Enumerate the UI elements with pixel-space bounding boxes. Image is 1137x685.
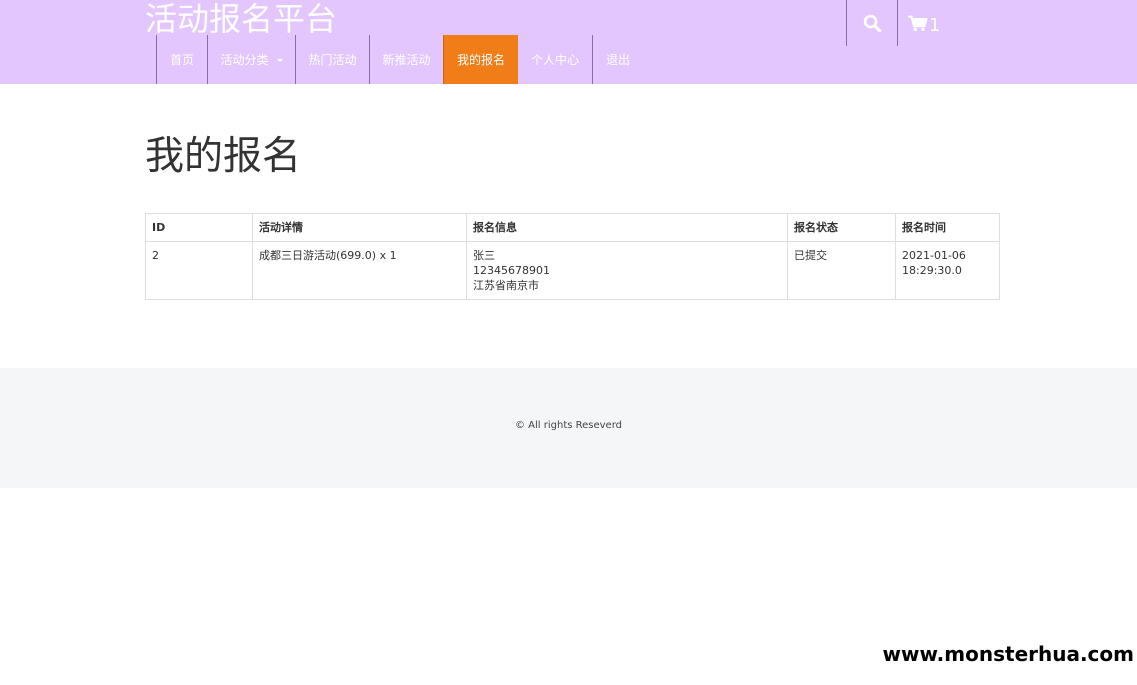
copyright-text: © All rights Reseverd — [514, 420, 622, 431]
cell-id: 2 — [145, 241, 253, 300]
info-address: 江苏省南京市 — [473, 279, 539, 292]
nav-item-home[interactable]: 首页 — [156, 35, 207, 84]
nav-item-label: 个人中心 — [530, 53, 579, 67]
nav-item-label: 活动分类 — [220, 53, 269, 67]
column-header-time: 报名时间 — [895, 213, 1000, 242]
registration-table: ID 活动详情 报名信息 报名状态 报名时间 2 成都三日游活动(699.0) … — [145, 213, 1000, 300]
page-title: 我的报名 — [145, 134, 302, 179]
cell-info: 张三 12345678901 江苏省南京市 — [466, 241, 788, 300]
header-bar: 活动报名平台 1 首页 活动分类 热门活动 新推活动 我的报名 个人中心 退出 — [0, 0, 1137, 84]
chevron-down-icon — [276, 58, 283, 62]
status-badge: 已提交 — [787, 241, 896, 300]
nav-item-label: 我的报名 — [456, 53, 505, 67]
site-title[interactable]: 活动报名平台 — [145, 0, 337, 38]
table-header-row: ID 活动详情 报名信息 报名状态 报名时间 — [145, 213, 1000, 242]
table-row: 2 成都三日游活动(699.0) x 1 张三 12345678901 江苏省南… — [145, 241, 1000, 300]
time-clock: 18:29:30.0 — [902, 264, 962, 277]
footer: © All rights Reseverd — [0, 368, 1137, 488]
header-tools: 1 — [846, 0, 956, 46]
nav-item-hot[interactable]: 热门活动 — [295, 35, 369, 84]
watermark: www.monsterhua.com — [874, 628, 1137, 685]
column-header-id: ID — [145, 213, 253, 242]
column-header-detail: 活动详情 — [252, 213, 467, 242]
cell-time: 2021-01-06 18:29:30.0 — [895, 241, 1000, 300]
nav-item-label: 热门活动 — [308, 53, 357, 67]
nav-item-logout[interactable]: 退出 — [592, 35, 643, 84]
column-header-info: 报名信息 — [466, 213, 788, 242]
cart-icon — [908, 15, 928, 31]
nav-item-my-registrations[interactable]: 我的报名 — [443, 35, 518, 84]
main-nav: 首页 活动分类 热门活动 新推活动 我的报名 个人中心 退出 — [156, 35, 643, 84]
nav-item-label: 首页 — [169, 53, 194, 67]
nav-item-label: 新推活动 — [382, 53, 431, 67]
column-header-status: 报名状态 — [787, 213, 896, 242]
cell-detail: 成都三日游活动(699.0) x 1 — [252, 241, 467, 300]
info-phone: 12345678901 — [473, 264, 550, 277]
cart-count-badge: 1 — [929, 14, 941, 36]
search-icon — [863, 14, 881, 32]
cart-button[interactable]: 1 — [897, 0, 956, 46]
nav-item-profile[interactable]: 个人中心 — [518, 35, 592, 84]
watermark-text: www.monsterhua.com — [882, 642, 1134, 666]
nav-item-new[interactable]: 新推活动 — [369, 35, 443, 84]
info-name: 张三 — [473, 249, 495, 262]
time-date: 2021-01-06 — [902, 249, 966, 262]
nav-item-label: 退出 — [605, 53, 630, 67]
nav-item-categories[interactable]: 活动分类 — [207, 35, 295, 84]
search-button[interactable] — [846, 0, 897, 46]
